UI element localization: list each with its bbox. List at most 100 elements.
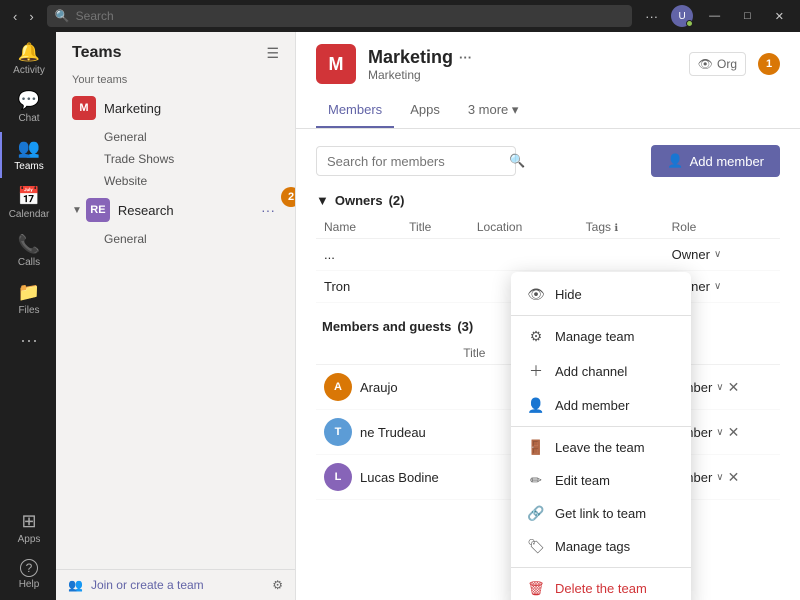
remove-member-button-2[interactable]: ✕ xyxy=(728,424,740,441)
manage-team-icon: ⚙ xyxy=(527,328,545,345)
owner-location-1 xyxy=(469,239,578,271)
search-input[interactable] xyxy=(76,9,624,23)
search-icon: 🔍 xyxy=(55,9,70,23)
owner-name-1: ... xyxy=(316,239,401,271)
add-member-label: Add member xyxy=(690,154,764,169)
member-name-text-1: Araujo xyxy=(360,380,398,395)
minimize-button[interactable]: — xyxy=(701,8,728,24)
research-avatar: RE xyxy=(86,198,110,222)
role-chevron[interactable]: ∨ xyxy=(716,472,723,483)
channel-item-research-general[interactable]: General xyxy=(60,228,291,250)
search-bar[interactable]: 🔍 xyxy=(47,5,632,27)
remove-member-button-3[interactable]: ✕ xyxy=(728,469,740,486)
tags-info-icon: ℹ xyxy=(614,223,618,234)
owner-tags-1 xyxy=(578,239,664,271)
owners-count: (2) xyxy=(389,193,405,208)
search-members-box[interactable]: 🔍 xyxy=(316,146,516,176)
teams-icon: 👥 xyxy=(18,138,40,159)
menu-item-label: Hide xyxy=(555,287,582,302)
sidebar-item-label: Help xyxy=(19,579,40,590)
sidebar-item-chat[interactable]: 💬 Chat xyxy=(0,84,56,130)
close-button[interactable]: ✕ xyxy=(767,8,792,25)
forward-button[interactable]: › xyxy=(24,7,38,26)
role-chevron[interactable]: ∨ xyxy=(714,249,721,260)
col-title: Title xyxy=(401,216,469,239)
sidebar-item-calls[interactable]: 📞 Calls xyxy=(0,228,56,274)
join-team-button[interactable]: 👥 Join or create a team ⚙ xyxy=(56,569,295,600)
team-item-research[interactable]: ▼ RE Research ··· 2 xyxy=(60,192,291,228)
team-header-sub: Marketing xyxy=(368,68,677,82)
org-button[interactable]: 👁 Org xyxy=(689,52,746,76)
channel-item-general[interactable]: General xyxy=(60,126,291,148)
team-more-icon[interactable]: ··· xyxy=(459,50,472,65)
manage-tags-icon: 🏷 xyxy=(527,538,545,555)
owners-section-header[interactable]: ▼ Owners (2) xyxy=(316,193,780,208)
maximize-button[interactable]: □ xyxy=(736,8,759,24)
sidebar-item-files[interactable]: 📁 Files xyxy=(0,276,56,322)
sidebar-item-more[interactable]: ··· xyxy=(0,324,56,357)
sidebar-item-label: Calls xyxy=(18,257,40,268)
teams-panel: Teams ☰ Your teams M Marketing ··· Gener… xyxy=(56,32,296,600)
tab-apps[interactable]: Apps xyxy=(398,94,452,128)
owner-title-1 xyxy=(401,239,469,271)
annotation-badge-1: 1 xyxy=(758,53,780,75)
tab-more[interactable]: 3 more ▾ xyxy=(456,94,531,128)
members-label: Members and guests xyxy=(322,319,451,334)
role-chevron[interactable]: ∨ xyxy=(714,281,721,292)
avatar[interactable]: U xyxy=(671,5,693,27)
org-icon: 👁 xyxy=(698,57,713,71)
chat-icon: 💬 xyxy=(18,90,40,111)
menu-item-label: Leave the team xyxy=(555,440,645,455)
menu-item-hide[interactable]: 👁 Hide xyxy=(511,278,691,311)
menu-divider-2 xyxy=(511,426,691,427)
team-header-top: M Marketing ··· Marketing 👁 Org 1 xyxy=(316,44,780,84)
sidebar-item-calendar[interactable]: 📅 Calendar xyxy=(0,180,56,226)
channel-item-tradeshows[interactable]: Trade Shows xyxy=(60,148,291,170)
menu-item-delete-team[interactable]: 🗑 Delete the team xyxy=(511,572,691,600)
tab-members[interactable]: Members xyxy=(316,94,394,128)
research-team-name: Research xyxy=(118,203,257,218)
col-tags: Tags ℹ xyxy=(578,216,664,239)
delete-team-icon: 🗑 xyxy=(527,580,545,597)
team-header-avatar: M xyxy=(316,44,356,84)
sidebar-item-apps[interactable]: ⊞ Apps xyxy=(0,505,56,551)
role-chevron[interactable]: ∨ xyxy=(716,382,723,393)
role-chevron[interactable]: ∨ xyxy=(716,427,723,438)
menu-item-edit-team[interactable]: ✏ Edit team xyxy=(511,464,691,497)
settings-icon[interactable]: ⚙ xyxy=(272,578,283,592)
member-name-1: A Araujo xyxy=(316,365,455,410)
research-more-button[interactable]: ··· xyxy=(257,200,279,220)
marketing-team-name: Marketing xyxy=(104,101,257,116)
menu-item-manage-team[interactable]: ⚙ Manage team xyxy=(511,320,691,353)
channel-item-website[interactable]: Website xyxy=(60,170,291,192)
menu-item-add-channel[interactable]: ＋ Add channel xyxy=(511,353,691,389)
sidebar-item-help[interactable]: ? Help xyxy=(0,553,56,596)
more-options-icon[interactable]: ··· xyxy=(640,7,663,26)
member-name-text-3: Lucas Bodine xyxy=(360,470,439,485)
col-title-m: Title xyxy=(455,342,507,365)
calendar-icon: 📅 xyxy=(18,186,40,207)
menu-item-add-member[interactable]: 👤 Add member xyxy=(511,389,691,422)
menu-item-manage-tags[interactable]: 🏷 Manage tags xyxy=(511,530,691,563)
sidebar-item-teams[interactable]: 👥 Teams xyxy=(0,132,56,178)
sidebar-item-label: Apps xyxy=(18,534,41,545)
back-button[interactable]: ‹ xyxy=(8,7,22,26)
filter-icon[interactable]: ☰ xyxy=(266,45,279,62)
remove-member-button-1[interactable]: ✕ xyxy=(728,379,740,396)
more-icon: ··· xyxy=(20,330,38,351)
left-rail: 🔔 Activity 💬 Chat 👥 Teams 📅 Calendar 📞 C… xyxy=(0,32,56,600)
get-link-icon: 🔗 xyxy=(527,505,545,522)
search-members-input[interactable] xyxy=(327,154,503,169)
team-header-bar: M Marketing ··· Marketing 👁 Org 1 Member… xyxy=(296,32,800,129)
add-member-button[interactable]: 👤 Add member xyxy=(651,145,780,177)
menu-item-label: Delete the team xyxy=(555,581,647,596)
teams-header: Teams ☰ xyxy=(56,32,295,70)
menu-item-label: Edit team xyxy=(555,473,610,488)
sidebar-item-activity[interactable]: 🔔 Activity xyxy=(0,36,56,82)
menu-item-leave-team[interactable]: 🚪 Leave the team xyxy=(511,431,691,464)
team-item-marketing[interactable]: M Marketing ··· xyxy=(60,90,291,126)
menu-item-get-link[interactable]: 🔗 Get link to team xyxy=(511,497,691,530)
member-name-2: T ne Trudeau xyxy=(316,410,455,455)
menu-item-label: Add member xyxy=(555,398,629,413)
owners-chevron: ▼ xyxy=(316,193,329,208)
